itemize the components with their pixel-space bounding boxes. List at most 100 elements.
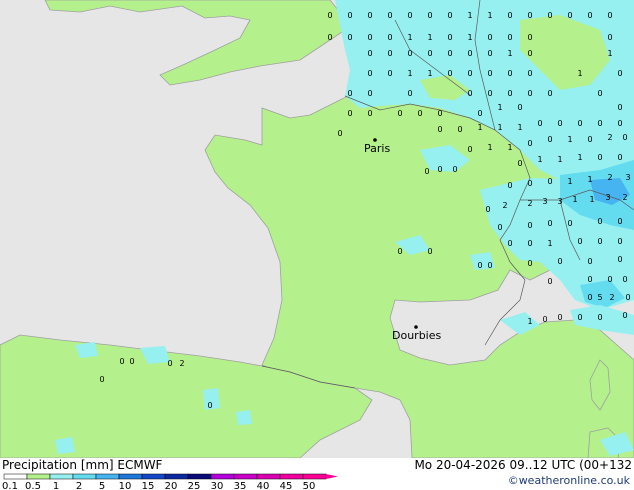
svg-text:0: 0 (527, 33, 532, 42)
svg-text:0: 0 (587, 135, 592, 144)
scale-label: 50 (303, 481, 316, 490)
legend-footer: Precipitation [mm] ECMWF Mo 20-04-2026 0… (0, 458, 634, 490)
scale-swatch (233, 473, 258, 480)
svg-text:0: 0 (387, 11, 392, 20)
svg-text:0: 0 (447, 11, 452, 20)
svg-text:2: 2 (502, 201, 507, 210)
svg-text:0: 0 (487, 69, 492, 78)
svg-text:0: 0 (507, 181, 512, 190)
svg-text:0: 0 (597, 313, 602, 322)
scale-label: 1 (53, 481, 59, 490)
svg-text:0: 0 (507, 89, 512, 98)
svg-text:0: 0 (547, 277, 552, 286)
svg-text:0: 0 (547, 219, 552, 228)
svg-text:0: 0 (447, 33, 452, 42)
svg-text:0: 0 (327, 11, 332, 20)
svg-text:0: 0 (607, 33, 612, 42)
svg-text:0: 0 (617, 217, 622, 226)
forecast-datetime: Mo 20-04-2026 09..12 UTC (00+132 (414, 458, 632, 472)
svg-text:0: 0 (617, 69, 622, 78)
svg-text:0: 0 (587, 257, 592, 266)
svg-text:0: 0 (487, 89, 492, 98)
svg-text:0: 0 (597, 237, 602, 246)
svg-text:1: 1 (467, 33, 472, 42)
svg-text:0: 0 (367, 69, 372, 78)
svg-text:0: 0 (437, 125, 442, 134)
svg-text:0: 0 (527, 89, 532, 98)
svg-text:0: 0 (607, 275, 612, 284)
svg-text:0: 0 (617, 237, 622, 246)
scale-label: 30 (211, 481, 224, 490)
svg-text:1: 1 (557, 155, 562, 164)
svg-text:0: 0 (437, 165, 442, 174)
scale-label: 2 (76, 481, 82, 490)
svg-text:0: 0 (427, 11, 432, 20)
svg-text:0: 0 (527, 179, 532, 188)
svg-text:0: 0 (467, 69, 472, 78)
svg-text:1: 1 (407, 69, 412, 78)
svg-text:0: 0 (617, 153, 622, 162)
svg-text:0: 0 (487, 261, 492, 270)
city-label-paris: Paris (364, 142, 390, 155)
svg-text:0: 0 (207, 401, 212, 410)
scale-swatch (26, 473, 51, 480)
svg-text:0: 0 (577, 119, 582, 128)
svg-text:0: 0 (547, 135, 552, 144)
svg-text:0: 0 (597, 89, 602, 98)
scale-label: 15 (142, 481, 155, 490)
svg-text:0: 0 (485, 205, 490, 214)
svg-text:0: 0 (467, 145, 472, 154)
svg-text:0: 0 (457, 125, 462, 134)
legend-title: Precipitation [mm] ECMWF (2, 458, 163, 472)
svg-text:0: 0 (467, 49, 472, 58)
scale-swatch (72, 473, 97, 480)
svg-text:0: 0 (387, 69, 392, 78)
svg-text:0: 0 (597, 217, 602, 226)
svg-text:0: 0 (407, 89, 412, 98)
city-label-bourges: Dourbies (392, 329, 442, 342)
svg-text:0: 0 (527, 11, 532, 20)
svg-text:0: 0 (427, 49, 432, 58)
svg-text:0: 0 (557, 313, 562, 322)
svg-text:0: 0 (477, 109, 482, 118)
svg-text:1: 1 (507, 143, 512, 152)
svg-text:2: 2 (609, 293, 614, 302)
svg-text:1: 1 (467, 11, 472, 20)
svg-text:0: 0 (527, 239, 532, 248)
svg-text:3: 3 (557, 197, 562, 206)
svg-text:0: 0 (527, 221, 532, 230)
svg-text:1: 1 (497, 123, 502, 132)
scale-label: 35 (234, 481, 247, 490)
color-scale: 0.1 0.5 1 2 5 10 15 20 25 30 35 40 45 50 (2, 473, 338, 490)
svg-text:2: 2 (622, 193, 627, 202)
svg-text:0: 0 (427, 247, 432, 256)
svg-text:1: 1 (477, 123, 482, 132)
svg-text:0: 0 (467, 89, 472, 98)
svg-text:0: 0 (99, 375, 104, 384)
svg-text:0: 0 (622, 311, 627, 320)
scale-swatch (302, 473, 327, 480)
svg-text:1: 1 (487, 11, 492, 20)
svg-text:0: 0 (597, 153, 602, 162)
svg-text:0: 0 (622, 133, 627, 142)
svg-text:0: 0 (327, 33, 332, 42)
svg-text:5: 5 (597, 293, 602, 302)
svg-text:0: 0 (567, 11, 572, 20)
svg-text:0: 0 (397, 247, 402, 256)
scale-swatch (279, 473, 304, 480)
svg-text:2: 2 (179, 359, 184, 368)
svg-text:0: 0 (347, 89, 352, 98)
svg-text:0: 0 (527, 259, 532, 268)
scale-arrow (326, 474, 338, 479)
svg-text:0: 0 (557, 257, 562, 266)
svg-text:1: 1 (497, 103, 502, 112)
svg-text:1: 1 (587, 175, 592, 184)
svg-text:0: 0 (517, 159, 522, 168)
svg-text:0: 0 (537, 119, 542, 128)
svg-text:0: 0 (487, 49, 492, 58)
svg-text:0: 0 (487, 33, 492, 42)
svg-text:0: 0 (527, 49, 532, 58)
svg-text:0: 0 (347, 33, 352, 42)
svg-text:0: 0 (527, 69, 532, 78)
svg-text:0: 0 (587, 275, 592, 284)
